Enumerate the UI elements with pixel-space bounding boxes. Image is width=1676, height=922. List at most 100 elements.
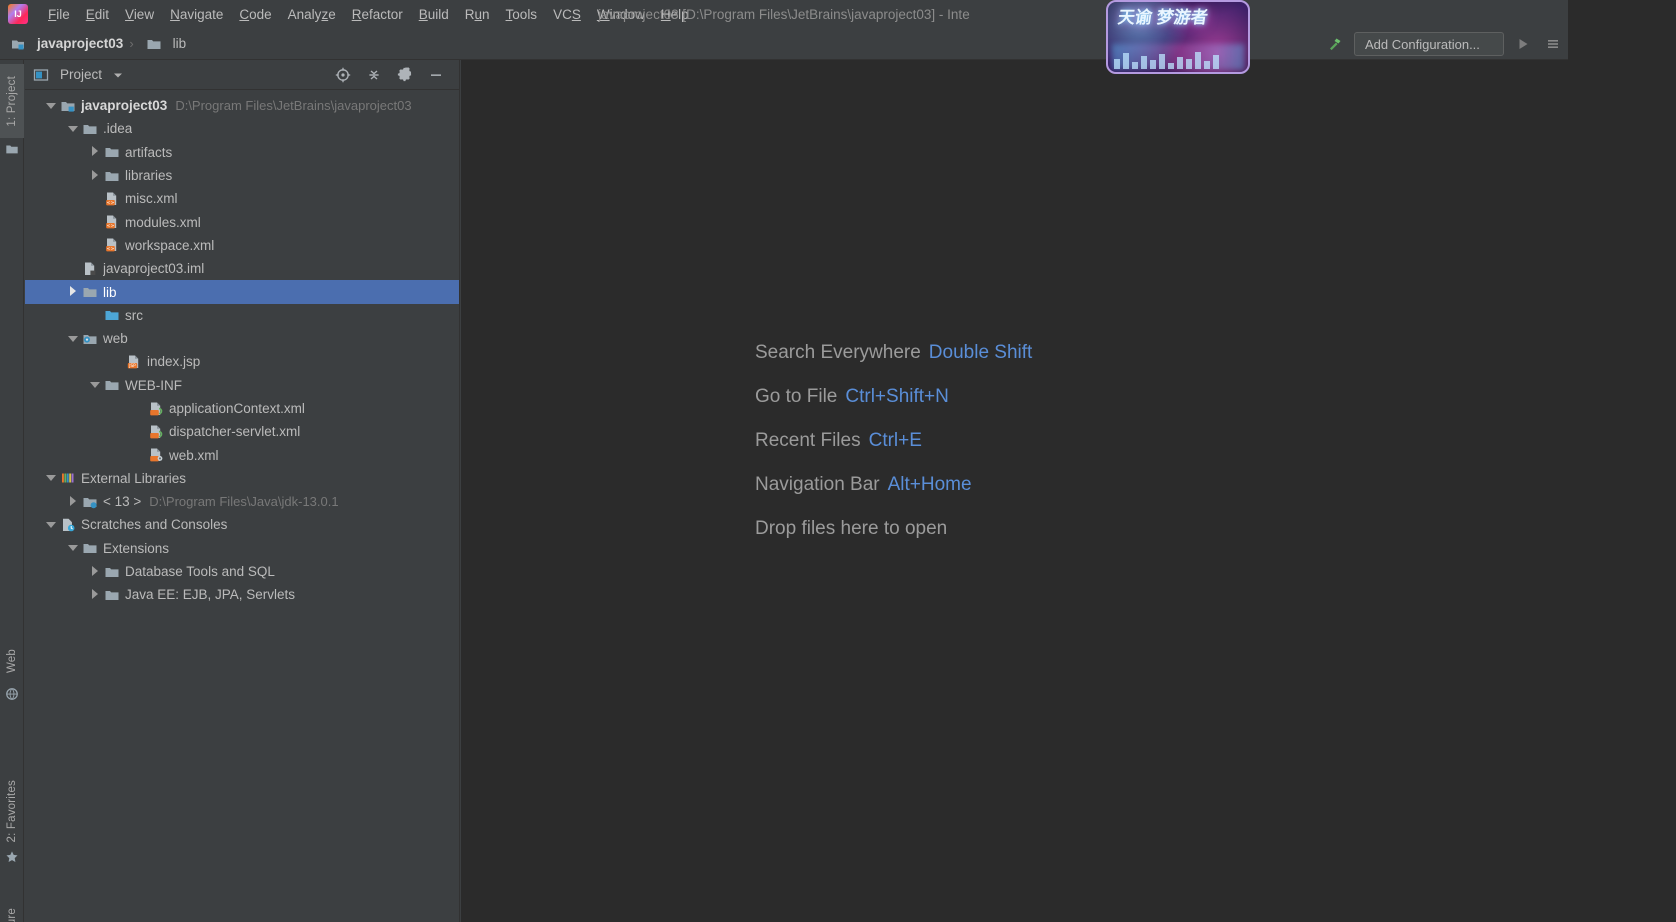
tree-row-label: src (125, 307, 143, 323)
chevron-right-icon[interactable] (89, 169, 101, 182)
xml-file-icon-wrap: <> (104, 214, 125, 230)
tree-row[interactable]: Database Tools and SQL (25, 560, 459, 583)
menu-item-analyze[interactable]: Analyze (280, 4, 344, 25)
tree-row[interactable]: <> misc.xml (25, 187, 459, 210)
game-ad-banner-overlay[interactable]: 天谕 梦游者 (1106, 0, 1250, 74)
chevron-down-icon[interactable] (89, 379, 101, 391)
tree-row[interactable]: applicationContext.xml (25, 397, 459, 420)
collapse-all-icon[interactable] (366, 67, 382, 83)
tree-row-label: Database Tools and SQL (125, 564, 275, 580)
hammer-build-icon[interactable] (1324, 33, 1346, 55)
project-window-icon[interactable] (0, 140, 24, 158)
spring-xml-file-icon (150, 425, 163, 439)
more-actions-icon[interactable] (1542, 33, 1564, 55)
tree-row-label: .idea (103, 121, 133, 137)
xml-file-icon-wrap: <> (104, 191, 125, 207)
tree-row[interactable]: artifacts (25, 141, 459, 164)
tree-row[interactable]: JSP index.jsp (25, 350, 459, 373)
chevron-down-icon[interactable] (67, 542, 79, 554)
project-tool-window: Project javaproject03 D:\Program Files\J… (25, 60, 460, 922)
folder-icon (83, 288, 97, 298)
run-play-icon[interactable] (1512, 33, 1534, 55)
tree-row[interactable]: web (25, 327, 459, 350)
webxml-file-icon-wrap (148, 447, 169, 463)
menu-item-navigate[interactable]: Navigate (162, 4, 231, 25)
chevron-down-icon[interactable] (67, 123, 79, 135)
scratches-icon-wrap (60, 517, 81, 533)
project-panel-actions (335, 66, 459, 83)
web-folder-icon (83, 334, 97, 344)
tree-row[interactable]: javaproject03 D:\Program Files\JetBrains\… (25, 94, 459, 117)
tree-row[interactable]: libraries (25, 164, 459, 187)
tree-row[interactable]: dispatcher-servlet.xml (25, 420, 459, 443)
tree-toggle-empty (89, 193, 101, 205)
menu-item-view[interactable]: View (117, 4, 162, 25)
tree-toggle-empty (133, 449, 145, 461)
editor-hint-action: Navigation Bar (755, 474, 880, 495)
webxml-file-icon (150, 448, 163, 462)
menu-item-window[interactable]: Window (589, 4, 653, 25)
sidebar-item-favorites[interactable]: 2: Favorites (0, 766, 24, 856)
chevron-right-icon[interactable] (89, 588, 101, 601)
breadcrumb-item-lib[interactable]: lib (142, 34, 191, 54)
menu-item-tools[interactable]: Tools (498, 4, 546, 25)
tree-row[interactable]: .idea (25, 117, 459, 140)
tree-row[interactable]: <> workspace.xml (25, 234, 459, 257)
gear-icon[interactable] (397, 66, 413, 83)
chevron-right-icon[interactable] (67, 495, 79, 508)
chevron-right-icon[interactable] (89, 146, 101, 158)
folder-icon-wrap (104, 587, 125, 603)
menu-item-file[interactable]: File (40, 4, 78, 25)
tree-row-label: web (103, 331, 128, 347)
select-opened-file-icon[interactable] (335, 67, 351, 83)
tree-row[interactable]: WEB-INF (25, 374, 459, 397)
tree-row[interactable]: web.xml (25, 443, 459, 466)
menu-items: File Edit View Navigate Code Analyze Refactor B… (40, 4, 697, 25)
tree-row[interactable]: Extensions (25, 537, 459, 560)
svg-text:<>: <> (107, 200, 115, 206)
menu-item-edit[interactable]: Edit (78, 4, 117, 25)
editor-hint-action: Drop files here to open (755, 518, 948, 539)
menu-item-build[interactable]: Build (411, 4, 457, 25)
sidebar-item-structure[interactable]: ucture (0, 890, 24, 922)
sidebar-item-label: Web (6, 648, 18, 674)
sidebar-item-label: 2: Favorites (6, 779, 18, 843)
chevron-down-icon[interactable] (45, 100, 57, 112)
project-tree[interactable]: javaproject03 D:\Program Files\JetBrains\… (25, 90, 459, 922)
tree-row[interactable]: <> modules.xml (25, 210, 459, 233)
editor-hint: Search Everywhere Double Shift (755, 342, 1032, 364)
web-icon[interactable] (0, 685, 24, 703)
chevron-down-icon[interactable] (110, 67, 126, 83)
folder-icon (105, 381, 119, 391)
menu-item-help[interactable]: Help (653, 4, 697, 25)
chevron-right-icon[interactable] (89, 565, 101, 578)
tree-row[interactable]: src (25, 304, 459, 327)
sidebar-item-project[interactable]: 1: Project (0, 64, 24, 138)
tree-row-path: D:\Program Files\JetBrains\javaproject03 (175, 98, 412, 114)
add-configuration-button[interactable]: Add Configuration... (1354, 32, 1504, 56)
menu-item-vcs[interactable]: VCS (545, 4, 589, 25)
star-icon[interactable] (0, 848, 24, 866)
menu-item-run[interactable]: Run (457, 4, 498, 25)
tree-row[interactable]: External Libraries (25, 467, 459, 490)
tree-row[interactable]: Java EE: EJB, JPA, Servlets (25, 583, 459, 606)
editor-hint-shortcut: Ctrl+Shift+N (845, 386, 949, 407)
tree-row[interactable]: javaproject03.iml (25, 257, 459, 280)
chevron-down-icon[interactable] (67, 333, 79, 345)
chevron-down-icon[interactable] (45, 472, 57, 484)
svg-text:<>: <> (107, 223, 115, 229)
chevron-right-icon[interactable] (67, 286, 79, 298)
menu-item-refactor[interactable]: Refactor (344, 4, 411, 25)
editor-hint-shortcut: Double Shift (928, 342, 1033, 363)
chevron-down-icon[interactable] (45, 519, 57, 531)
sidebar-item-web[interactable]: Web (0, 630, 24, 692)
svg-text:<>: <> (107, 247, 115, 253)
menu-item-code[interactable]: Code (231, 4, 279, 25)
breadcrumb-item-project[interactable]: javaproject03 (6, 34, 127, 54)
tree-row[interactable]: Scratches and Consoles (25, 513, 459, 536)
tree-toggle-empty (133, 403, 145, 415)
source-folder-icon (105, 311, 119, 321)
tree-row[interactable]: lib (25, 280, 459, 304)
tree-row[interactable]: < 13 > D:\Program Files\Java\jdk-13.0.1 (25, 490, 459, 513)
hide-icon[interactable] (428, 67, 444, 83)
